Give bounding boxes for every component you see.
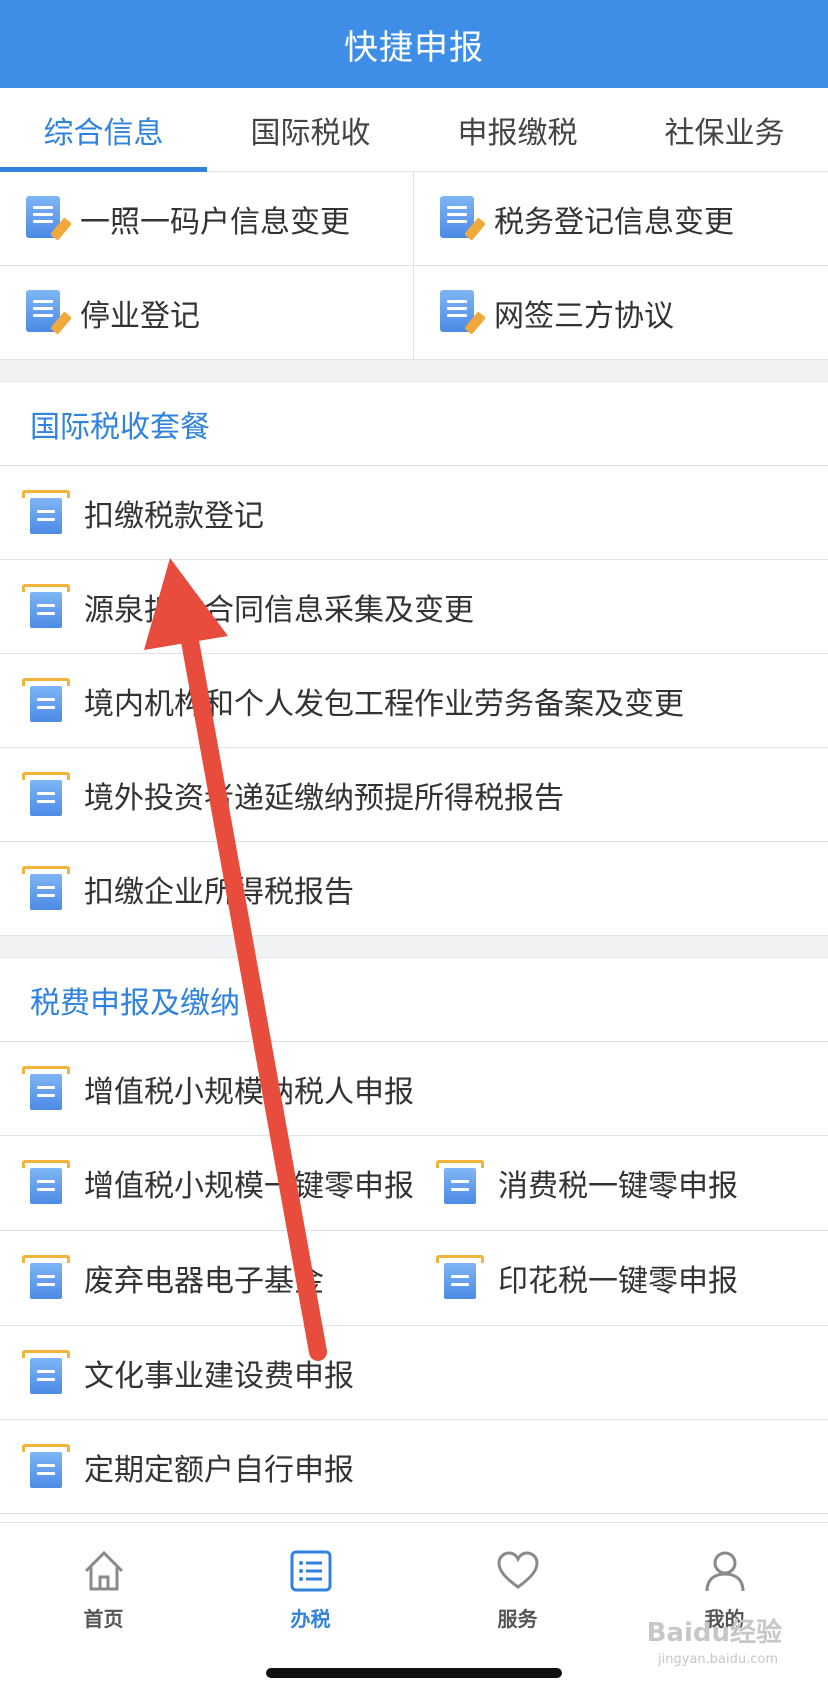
list-icon [290, 1550, 331, 1592]
list-item-label: 扣缴企业所得税报告 [84, 874, 354, 910]
folder-doc-icon [22, 489, 70, 536]
folder-doc-icon [22, 771, 70, 818]
list-item-label: 境外投资者递延缴纳预提所得税报告 [84, 780, 564, 816]
watermark: Baidu经验 [646, 1618, 782, 1648]
tab-comprehensive-info[interactable]: 综合信息 [0, 88, 207, 172]
document-edit-icon [26, 195, 72, 242]
nav-home[interactable]: 首页 [0, 1523, 207, 1696]
folder-doc-icon [22, 583, 70, 630]
folder-doc-icon [436, 1255, 484, 1301]
list-item[interactable]: 增值税小规模一键零申报 [0, 1136, 414, 1230]
folder-doc-icon [22, 1160, 70, 1206]
nav-label: 办税 [290, 1607, 331, 1631]
list-item-label: 消费税一键零申报 [498, 1169, 738, 1204]
list-item[interactable]: 消费税一键零申报 [414, 1136, 828, 1230]
home-indicator [266, 1668, 562, 1678]
list-item[interactable]: 境外投资者递延缴纳预提所得税报告 [0, 748, 828, 842]
folder-doc-icon [22, 1349, 70, 1396]
folder-doc-icon [22, 865, 70, 912]
document-edit-icon [26, 289, 72, 336]
grid-item-registration-change[interactable]: 税务登记信息变更 [414, 172, 828, 266]
section-title-intl: 国际税收套餐 [0, 382, 828, 466]
list-item[interactable]: 印花税一键零申报 [414, 1231, 828, 1325]
folder-doc-icon [436, 1160, 484, 1206]
grid-item-label: 停业登记 [80, 298, 200, 334]
list-item-label: 扣缴税款登记 [84, 498, 264, 534]
list-item[interactable]: 源泉扣缴合同信息采集及变更 [0, 560, 828, 654]
document-edit-icon [440, 289, 486, 336]
list-item-label: 印花税一键零申报 [498, 1264, 738, 1299]
home-icon [84, 1550, 123, 1591]
list-item-label: 增值税小规模一键零申报 [84, 1169, 414, 1204]
grid-item-suspension[interactable]: 停业登记 [0, 266, 414, 360]
folder-doc-icon [22, 1065, 70, 1112]
list-item-label: 文化事业建设费申报 [84, 1358, 354, 1394]
grid-item-label: 网签三方协议 [494, 298, 674, 334]
list-item-label: 境内机构和个人发包工程作业劳务备案及变更 [84, 686, 684, 722]
document-edit-icon [440, 195, 486, 242]
quick-grid: 一照一码户信息变更 税务登记信息变更 停业登记 网签三方协议 [0, 172, 828, 360]
section-divider [0, 936, 828, 958]
heart-icon [496, 1551, 539, 1589]
grid-item-license-change[interactable]: 一照一码户信息变更 [0, 172, 414, 266]
tab-international-tax[interactable]: 国际税收 [207, 88, 414, 171]
folder-doc-icon [22, 677, 70, 724]
grid-item-label: 一照一码户信息变更 [80, 204, 350, 240]
list-item[interactable]: 扣缴税款登记 [0, 466, 828, 560]
list-item-label: 源泉扣缴合同信息采集及变更 [84, 592, 474, 628]
grid-item-tripartite-agreement[interactable]: 网签三方协议 [414, 266, 828, 360]
list-item-label: 定期定额户自行申报 [84, 1452, 354, 1488]
nav-label: 服务 [497, 1607, 538, 1631]
folder-doc-icon [22, 1443, 70, 1490]
tab-social-security[interactable]: 社保业务 [621, 88, 828, 171]
list-item[interactable]: 定期定额户自行申报 [0, 1420, 828, 1514]
tab-bar: 综合信息 国际税收 申报缴税 社保业务 [0, 88, 828, 172]
nav-label: 首页 [83, 1607, 124, 1631]
list-item[interactable]: 废弃电器电子基金 [0, 1231, 414, 1325]
list-item[interactable]: 境内机构和个人发包工程作业劳务备案及变更 [0, 654, 828, 748]
watermark-url: jingyan.baidu.com [658, 1652, 778, 1667]
list-item[interactable]: 文化事业建设费申报 [0, 1326, 828, 1420]
folder-doc-icon [22, 1255, 70, 1301]
tab-declare-pay[interactable]: 申报缴税 [414, 88, 621, 171]
section-title-tax: 税费申报及缴纳 [0, 958, 828, 1042]
list-row-split: 废弃电器电子基金 印花税一键零申报 [0, 1231, 828, 1326]
page-title: 快捷申报 [344, 27, 484, 68]
list-row-split: 增值税小规模一键零申报 消费税一键零申报 [0, 1136, 828, 1231]
list-item[interactable]: 扣缴企业所得税报告 [0, 842, 828, 936]
list-item-label: 增值税小规模纳税人申报 [84, 1074, 414, 1110]
nav-mine[interactable]: 我的 [621, 1523, 828, 1696]
list-item-label: 废弃电器电子基金 [84, 1264, 324, 1299]
app-header: 快捷申报 [0, 0, 828, 88]
list-item[interactable]: 增值税小规模纳税人申报 [0, 1042, 828, 1136]
user-icon [705, 1551, 744, 1592]
section-divider [0, 360, 828, 382]
grid-item-label: 税务登记信息变更 [494, 204, 734, 240]
